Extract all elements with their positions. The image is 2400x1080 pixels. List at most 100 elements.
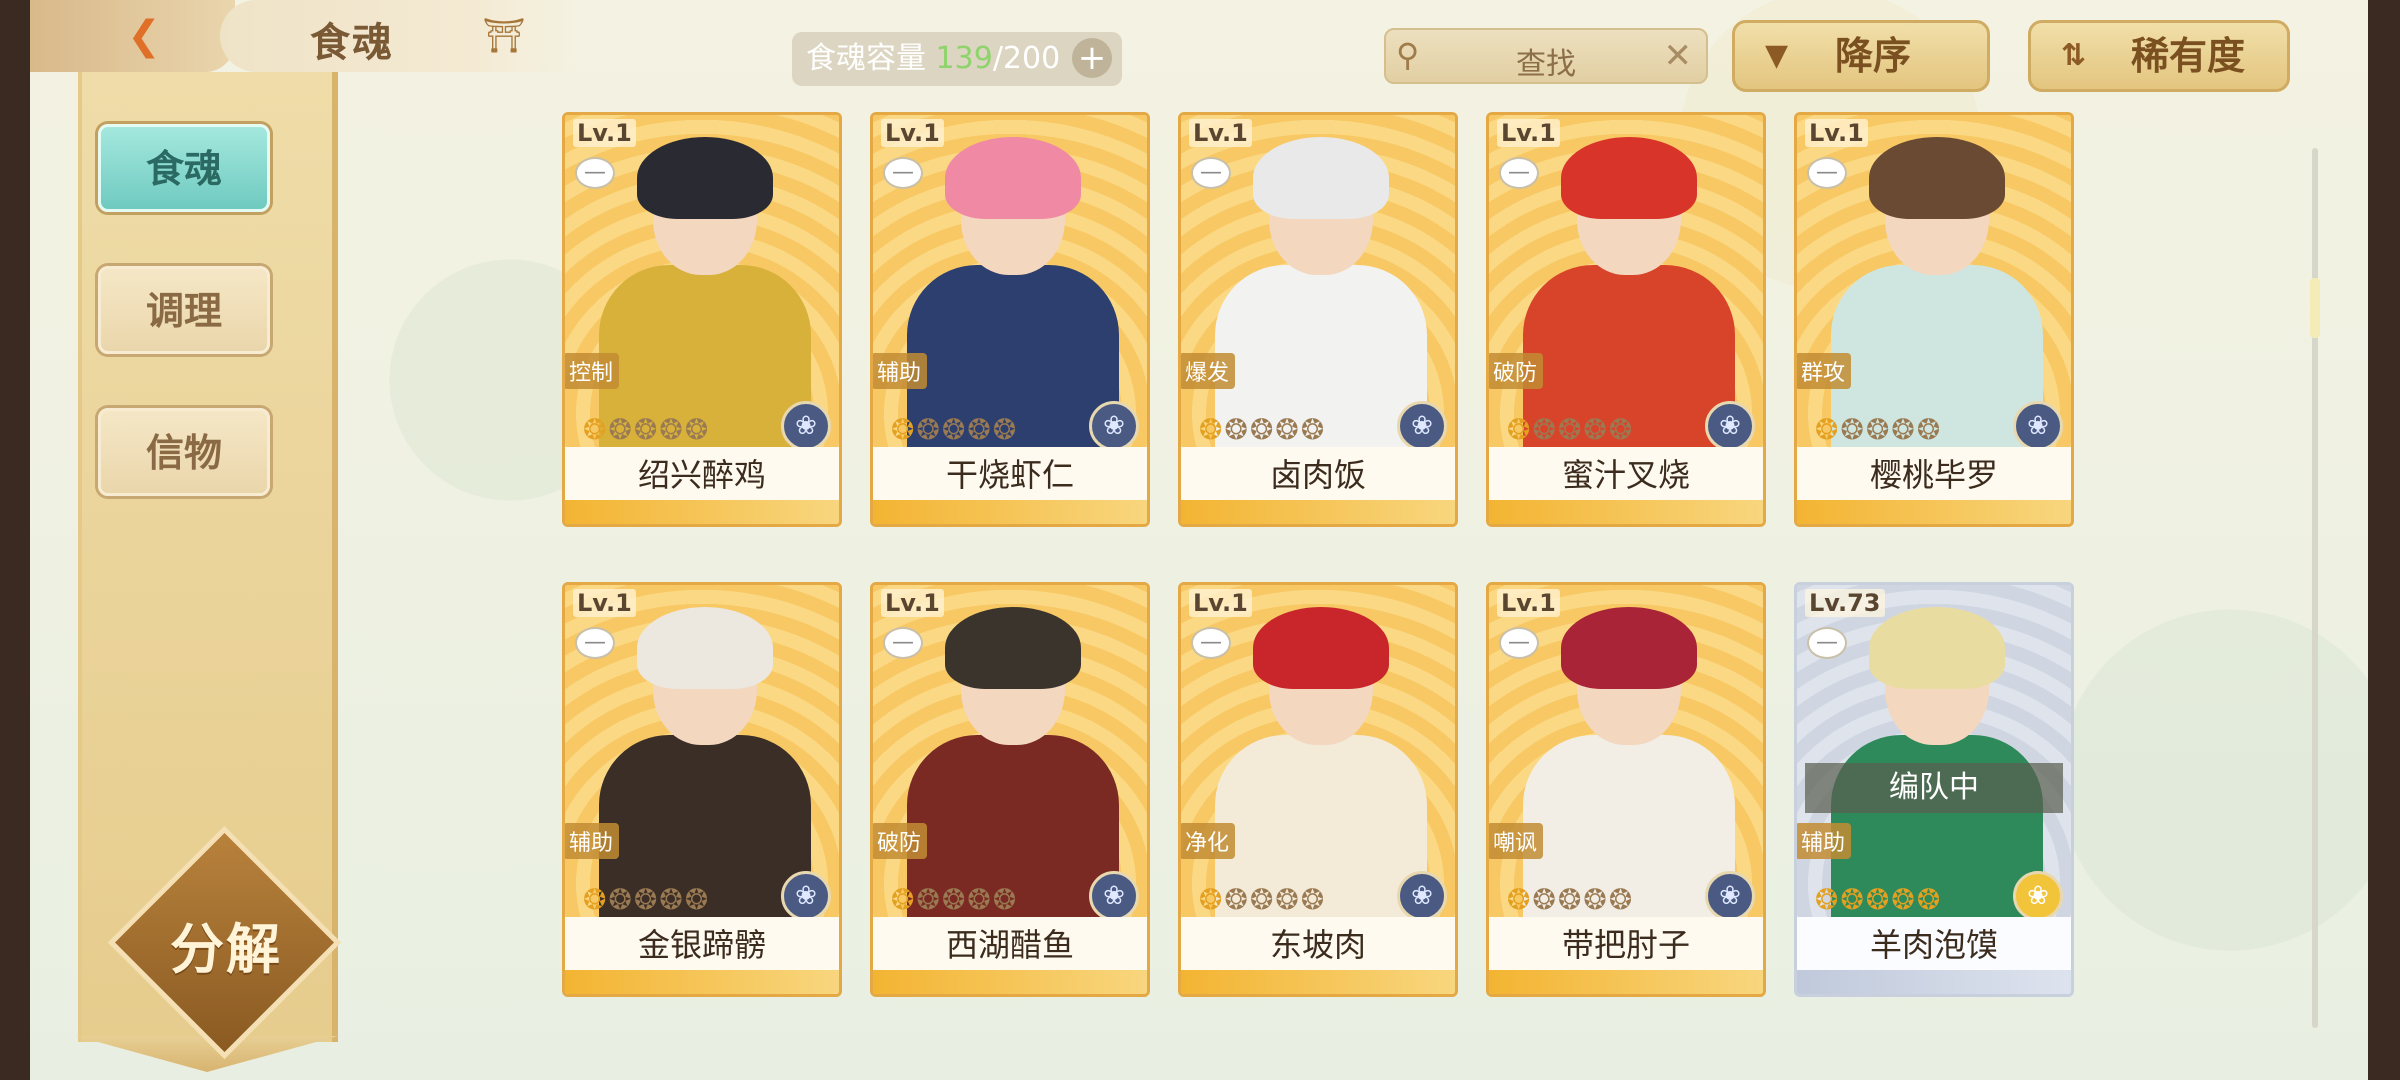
lock-icon[interactable]: — [575, 157, 615, 189]
sort-arrows-icon: ⇅ [2061, 38, 2087, 73]
rarity-strip [873, 970, 1147, 994]
level-label: Lv.1 [1189, 589, 1252, 617]
level-label: Lv.1 [573, 119, 636, 147]
character-card[interactable]: Lv.1 — 净化 ❂❂❂❂❂ ❀ 东坡肉 [1178, 582, 1458, 997]
back-arrow-icon: ❮ [127, 13, 161, 59]
star-rating: ❂❂❂❂❂ [1815, 883, 1943, 916]
character-card[interactable]: Lv.73 — 辅助 ❂❂❂❂❂ ❀ 编队中 羊肉泡馍 [1794, 582, 2074, 997]
portrait-hair [1869, 607, 2005, 689]
sort-order-label: 降序 [1835, 34, 1912, 78]
lock-icon[interactable]: — [1807, 157, 1847, 189]
star-rating: ❂❂❂❂❂ [1507, 413, 1635, 446]
capacity-current: 139 [935, 41, 993, 76]
level-label: Lv.73 [1805, 589, 1885, 617]
role-badge: 控制 [565, 353, 620, 389]
level-label: Lv.1 [881, 589, 944, 617]
rarity-strip [1797, 500, 2071, 524]
lock-icon[interactable]: — [575, 627, 615, 659]
portrait-hair [945, 607, 1081, 689]
add-capacity-button[interactable]: + [1072, 38, 1112, 78]
back-button[interactable]: ❮ [30, 0, 235, 72]
level-label: Lv.1 [573, 589, 636, 617]
lock-icon[interactable]: — [1499, 157, 1539, 189]
character-card[interactable]: Lv.1 — 嘲讽 ❂❂❂❂❂ ❀ 带把肘子 [1486, 582, 1766, 997]
flower-icon: ❀ [781, 871, 831, 921]
sort-order-button[interactable]: ▼ 降序 [1732, 20, 1990, 92]
home-icon[interactable]: ⛩ [482, 18, 526, 54]
role-badge: 辅助 [873, 353, 928, 389]
scrollbar[interactable] [2310, 148, 2320, 1028]
star-rating: ❂❂❂❂❂ [1199, 413, 1327, 446]
page-title: 食魂 [310, 20, 394, 66]
character-card[interactable]: Lv.1 — 破防 ❂❂❂❂❂ ❀ 蜜汁叉烧 [1486, 112, 1766, 527]
character-name: 东坡肉 [1181, 917, 1455, 973]
flower-icon: ❀ [1397, 871, 1447, 921]
search-input[interactable]: 查找 [1386, 39, 1706, 83]
search-box[interactable]: ⚲ 查找 ✕ [1384, 28, 1708, 84]
flower-icon: ❀ [781, 401, 831, 451]
capacity-max: /200 [992, 41, 1061, 76]
sort-key-button[interactable]: ⇅ 稀有度 [2028, 20, 2290, 92]
character-name: 带把肘子 [1489, 917, 1763, 973]
rarity-strip [1489, 500, 1763, 524]
role-badge: 破防 [873, 823, 928, 859]
star-rating: ❂❂❂❂❂ [583, 883, 711, 916]
character-name: 绍兴醉鸡 [565, 447, 839, 503]
character-name: 金银蹄髈 [565, 917, 839, 973]
level-label: Lv.1 [1805, 119, 1868, 147]
rarity-strip [1797, 970, 2071, 994]
lock-icon[interactable]: — [883, 157, 923, 189]
role-badge: 群攻 [1797, 353, 1852, 389]
rarity-strip [565, 970, 839, 994]
role-badge: 爆发 [1181, 353, 1236, 389]
lock-icon[interactable]: — [1807, 627, 1847, 659]
star-rating: ❂❂❂❂❂ [583, 413, 711, 446]
level-label: Lv.1 [1497, 119, 1560, 147]
flower-icon: ❀ [2013, 401, 2063, 451]
character-card[interactable]: Lv.1 — 群攻 ❂❂❂❂❂ ❀ 樱桃毕罗 [1794, 112, 2074, 527]
lock-icon[interactable]: — [883, 627, 923, 659]
character-name: 樱桃毕罗 [1797, 447, 2071, 503]
character-name: 卤肉饭 [1181, 447, 1455, 503]
lock-icon[interactable]: — [1191, 627, 1231, 659]
capacity-display: 食魂容量 139/200 + [792, 32, 1122, 86]
lock-icon[interactable]: — [1191, 157, 1231, 189]
character-card[interactable]: Lv.1 — 控制 ❂❂❂❂❂ ❀ 绍兴醉鸡 [562, 112, 842, 527]
role-badge: 辅助 [565, 823, 620, 859]
decompose-label: 分解 [170, 918, 282, 981]
flower-icon: ❀ [2013, 871, 2063, 921]
character-name: 西湖醋鱼 [873, 917, 1147, 973]
tab-token[interactable]: 信物 [98, 408, 270, 496]
rarity-strip [1181, 970, 1455, 994]
sort-key-label: 稀有度 [2131, 34, 2246, 78]
scroll-thumb[interactable] [2310, 278, 2320, 338]
tab-food-soul[interactable]: 食魂 [98, 124, 270, 212]
character-card[interactable]: Lv.1 — 辅助 ❂❂❂❂❂ ❀ 干烧虾仁 [870, 112, 1150, 527]
character-name: 蜜汁叉烧 [1489, 447, 1763, 503]
flower-icon: ❀ [1705, 401, 1755, 451]
character-name: 干烧虾仁 [873, 447, 1147, 503]
rarity-strip [565, 500, 839, 524]
lock-icon[interactable]: — [1499, 627, 1539, 659]
portrait-hair [1253, 137, 1389, 219]
triangle-down-icon: ▼ [1765, 38, 1789, 73]
portrait-hair [945, 137, 1081, 219]
flower-icon: ❀ [1089, 401, 1139, 451]
flower-icon: ❀ [1705, 871, 1755, 921]
close-icon[interactable]: ✕ [1664, 36, 1693, 76]
flower-icon: ❀ [1089, 871, 1139, 921]
character-card[interactable]: Lv.1 — 破防 ❂❂❂❂❂ ❀ 西湖醋鱼 [870, 582, 1150, 997]
character-card[interactable]: Lv.1 — 辅助 ❂❂❂❂❂ ❀ 金银蹄髈 [562, 582, 842, 997]
portrait-hair [1253, 607, 1389, 689]
tab-cooking[interactable]: 调理 [98, 266, 270, 354]
role-badge: 嘲讽 [1489, 823, 1544, 859]
level-label: Lv.1 [881, 119, 944, 147]
star-rating: ❂❂❂❂❂ [1815, 413, 1943, 446]
star-rating: ❂❂❂❂❂ [891, 883, 1019, 916]
portrait-hair [637, 607, 773, 689]
character-card[interactable]: Lv.1 — 爆发 ❂❂❂❂❂ ❀ 卤肉饭 [1178, 112, 1458, 527]
level-label: Lv.1 [1497, 589, 1560, 617]
star-rating: ❂❂❂❂❂ [1507, 883, 1635, 916]
level-label: Lv.1 [1189, 119, 1252, 147]
character-name: 羊肉泡馍 [1797, 917, 2071, 973]
